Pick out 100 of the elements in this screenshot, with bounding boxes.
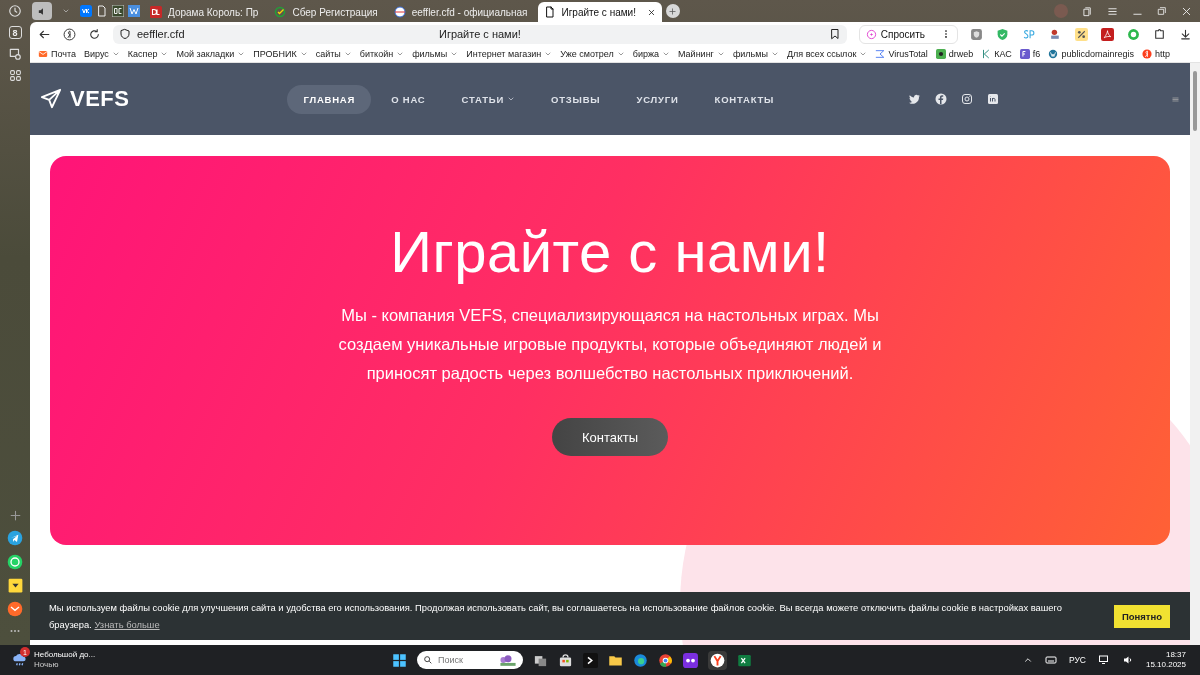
ask-button[interactable]: Спросить xyxy=(858,24,958,44)
contacts-button[interactable]: Контакты xyxy=(551,418,669,456)
page-icon[interactable] xyxy=(96,5,108,17)
yandex-logo-icon xyxy=(1141,49,1152,59)
nav-link[interactable]: О НАС xyxy=(375,84,442,114)
percent-extension-icon[interactable] xyxy=(1075,27,1088,41)
instagram-icon[interactable] xyxy=(961,93,973,105)
flowers-icon xyxy=(497,653,519,667)
nav-link[interactable]: СТАТЬИ xyxy=(445,84,531,114)
browser-tab[interactable]: Дорама Король: Пр xyxy=(144,2,265,22)
bookmark[interactable]: ПРОБНИК xyxy=(253,49,308,59)
terminal-icon[interactable] xyxy=(583,652,598,668)
learn-more-link[interactable]: Узнать больше xyxy=(94,619,160,630)
scrollbar-thumb[interactable] xyxy=(1193,71,1197,131)
keyboard-icon[interactable] xyxy=(1044,654,1057,666)
chat-sparkle-icon xyxy=(865,28,877,40)
download-icon[interactable] xyxy=(1179,27,1192,41)
bookmark[interactable]: VirusTotal xyxy=(875,49,928,59)
save-tray-icon[interactable] xyxy=(7,578,23,593)
clock[interactable]: 18:37 15.10.2025 xyxy=(1145,650,1186,670)
globe-icon xyxy=(393,6,406,18)
whatsapp-icon[interactable] xyxy=(7,554,23,570)
chrome-icon[interactable] xyxy=(658,652,673,668)
yandex-icon[interactable] xyxy=(63,27,76,41)
bookmark[interactable]: КАС xyxy=(981,49,1012,59)
browser-tab[interactable]: eeffler.cfd - официальная xyxy=(387,2,534,22)
bookmark-icon[interactable] xyxy=(828,28,841,40)
windows-start-icon[interactable] xyxy=(392,652,407,668)
rain-cloud-icon[interactable] xyxy=(12,652,28,668)
mail-icon[interactable] xyxy=(7,601,23,617)
mask-app-icon[interactable] xyxy=(683,652,698,668)
nav-link[interactable]: КОНТАКТЫ xyxy=(698,84,791,114)
restore-icon[interactable] xyxy=(1157,6,1167,16)
yandex-browser-icon[interactable] xyxy=(710,652,725,668)
ring-extension-icon[interactable] xyxy=(1127,27,1140,41)
telegram-icon[interactable] xyxy=(7,530,23,546)
bookmark[interactable]: фильмы xyxy=(732,49,779,59)
bookmark[interactable]: Каспер xyxy=(127,49,169,59)
shield-extension-icon[interactable] xyxy=(970,27,983,41)
bookmark[interactable]: Для всех ссылок xyxy=(786,49,868,59)
browser-tab[interactable]: Сбер Регистрация xyxy=(268,2,384,22)
browser-tab[interactable]: Играйте с нами! xyxy=(537,2,662,22)
nav-link[interactable]: ОТЗЫВЫ xyxy=(535,84,617,114)
w-logo-icon[interactable] xyxy=(128,5,140,17)
bookmark[interactable]: Интернет магазин xyxy=(466,49,553,59)
check-shield-icon[interactable] xyxy=(996,27,1009,41)
bookmark[interactable]: Почта xyxy=(38,49,76,59)
edge-icon[interactable] xyxy=(633,652,648,668)
menu-icon[interactable] xyxy=(1171,94,1180,104)
bookmark[interactable]: биткойн xyxy=(359,49,405,59)
bookmark[interactable]: publicdomainregis xyxy=(1048,49,1134,59)
address-bar[interactable]: eeffler.cfd Играйте с нами! xyxy=(113,24,847,44)
linkedin-icon[interactable] xyxy=(987,93,999,105)
reload-icon[interactable] xyxy=(88,27,101,41)
vk-icon[interactable] xyxy=(80,5,92,17)
excel-icon[interactable] xyxy=(737,652,752,668)
bc-logo-icon[interactable] xyxy=(112,5,124,17)
bookmark[interactable]: сайты xyxy=(315,49,352,59)
cookie-text: Мы используем файлы cookie для улучшения сайта и удобства его использования. Продолжая использовать сайт, вы соглашаетесь на использование файлов cookie. Вы всегда можете отключить файлы cookie в настройках вашего браузера. Узнать больше xyxy=(49,601,1063,632)
language-indicator[interactable]: РУС xyxy=(1068,655,1086,665)
bookmark[interactable]: drweb xyxy=(935,49,974,59)
bookmark[interactable]: Майнинг xyxy=(678,49,725,59)
clock-icon[interactable] xyxy=(8,4,22,18)
close-icon[interactable] xyxy=(1181,5,1192,17)
speaker-icon[interactable] xyxy=(1121,654,1134,666)
wordpress-icon xyxy=(1048,49,1059,59)
nav-link[interactable]: ГЛАВНАЯ xyxy=(287,84,372,114)
caret-icon xyxy=(160,50,169,58)
bookmark[interactable]: http xyxy=(1141,49,1170,59)
twitter-icon[interactable] xyxy=(909,93,921,105)
nav-link[interactable]: УСЛУГИ xyxy=(620,84,695,114)
tab-count-icon[interactable]: 8 xyxy=(8,26,22,39)
audio-tab[interactable] xyxy=(32,2,52,20)
new-tab-button[interactable] xyxy=(665,4,680,18)
bookmark[interactable]: Вирус xyxy=(84,49,120,59)
pdf-extension-icon[interactable] xyxy=(1101,27,1114,41)
taskbar-search-field[interactable]: Поиск xyxy=(417,651,523,669)
page-icon xyxy=(543,6,556,18)
chevron-up-icon[interactable] xyxy=(1022,655,1033,665)
collections-icon[interactable] xyxy=(1082,5,1093,17)
accept-button[interactable]: Понятно xyxy=(1113,604,1170,628)
screenshot-icon[interactable] xyxy=(8,47,22,61)
grid-icon[interactable] xyxy=(8,69,22,82)
facebook-icon[interactable] xyxy=(935,93,947,105)
puzzle-icon[interactable] xyxy=(1153,27,1166,41)
bookmark[interactable]: Мой закладки xyxy=(176,49,246,59)
plus-icon[interactable] xyxy=(8,509,22,522)
search-icon xyxy=(423,655,433,665)
close-icon[interactable] xyxy=(646,7,656,17)
stamp-extension-icon[interactable] xyxy=(1049,27,1062,41)
menu-icon[interactable] xyxy=(1107,5,1118,17)
store-icon[interactable] xyxy=(558,652,573,668)
bookmark[interactable]: фильмы xyxy=(412,49,459,59)
network-icon[interactable] xyxy=(1097,654,1110,666)
weather-widget[interactable]: Небольшой до... Ночью xyxy=(34,650,96,670)
bookmark[interactable]: Уже смотрел xyxy=(560,49,625,59)
site-logo[interactable]: VEFS xyxy=(40,86,130,112)
bookmark[interactable]: биржа xyxy=(632,49,670,59)
bookmark[interactable]: f6 xyxy=(1019,49,1041,59)
caret-icon xyxy=(237,50,246,58)
